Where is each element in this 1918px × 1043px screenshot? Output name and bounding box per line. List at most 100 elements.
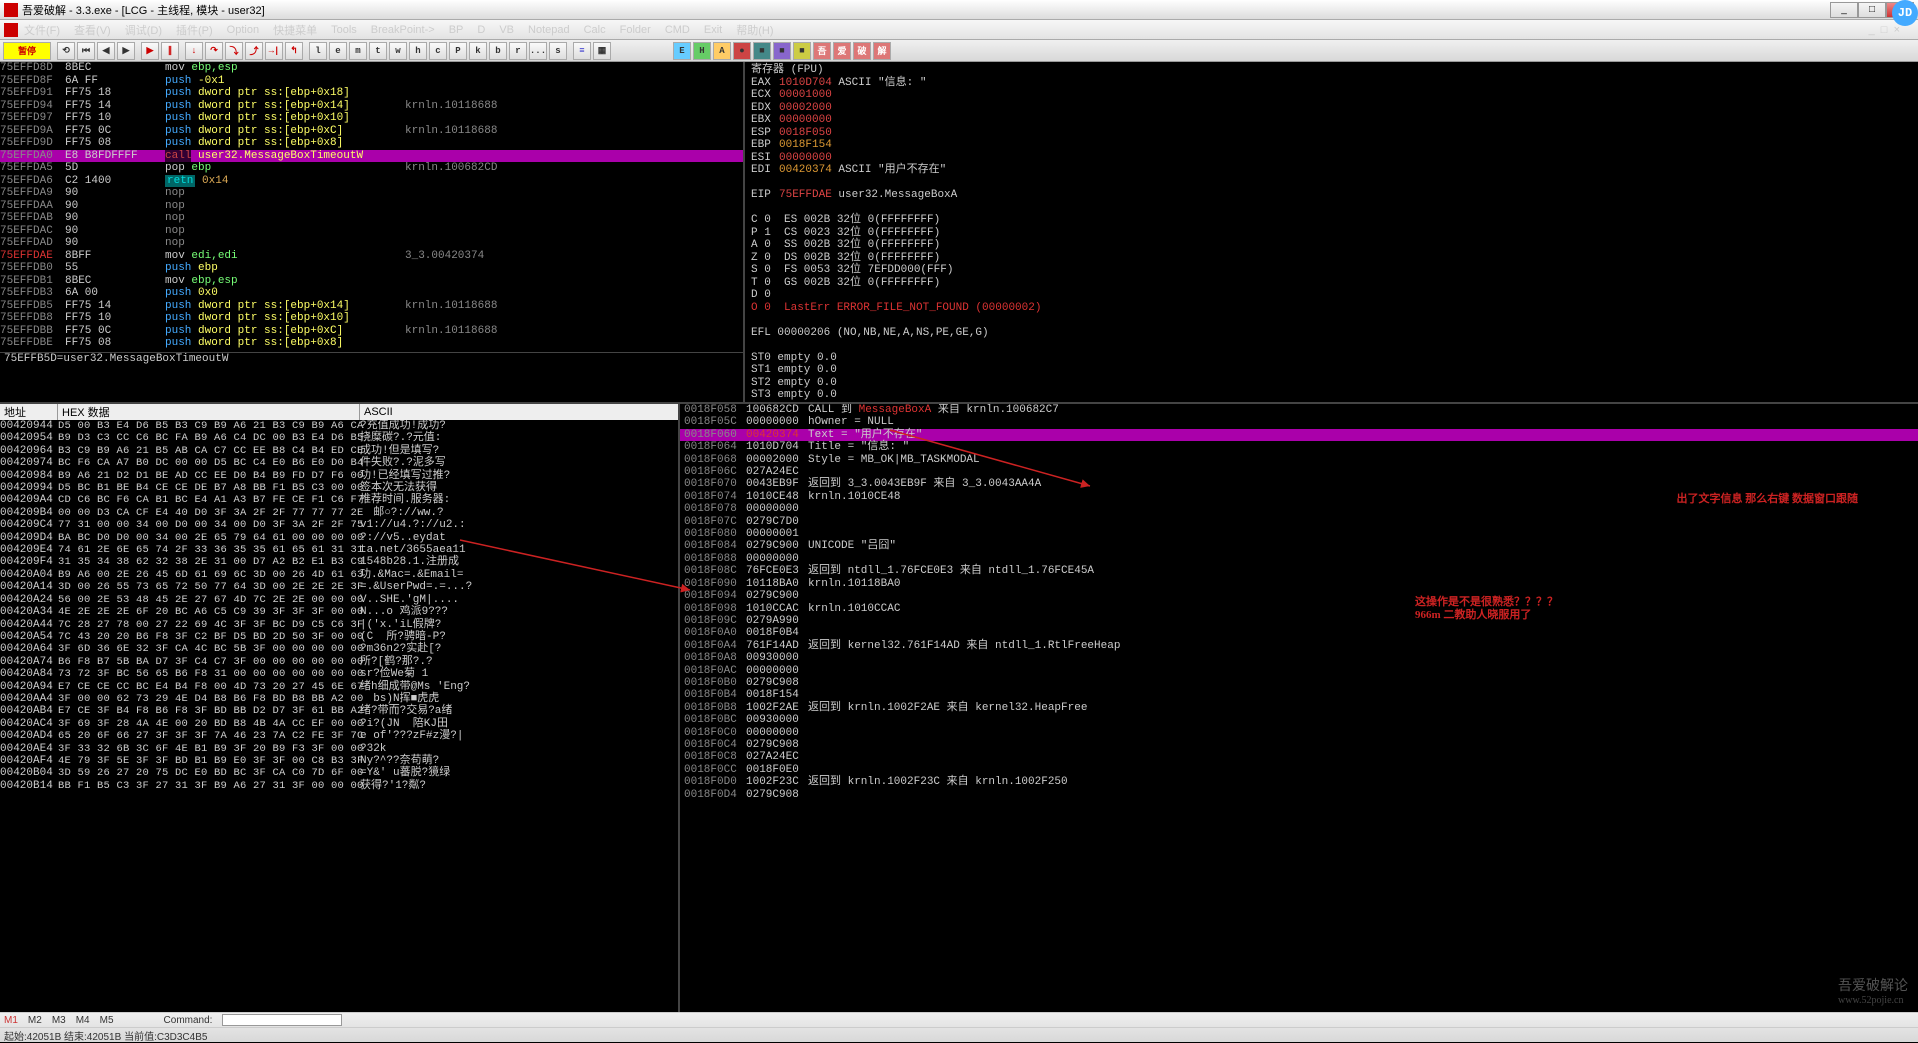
col-3[interactable]: A xyxy=(713,42,731,60)
dump-row[interactable]: 004209B400 00 D3 CA CF E4 40 D0 3F 3A 2F… xyxy=(0,507,678,519)
stack-row[interactable]: 0018F058100682CDCALL 到 MessageBoxA 来自 kr… xyxy=(680,404,1918,416)
disasm-row[interactable]: 75EFFDA0E8 B8FDFFFFcall user32.MessageBo… xyxy=(0,150,743,163)
dump-col-hex[interactable]: HEX 数据 xyxy=(58,404,360,420)
stack-row[interactable]: 0018F08000000001 xyxy=(680,528,1918,540)
max-button[interactable]: □ xyxy=(1858,2,1886,18)
stack-row[interactable]: 0018F0A00018F0B4 xyxy=(680,627,1918,639)
dump-row[interactable]: 00420A344E 2E 2E 2E 6F 20 BC A6 C5 C9 39… xyxy=(0,606,678,618)
marker-m2[interactable]: M2 xyxy=(28,1015,42,1026)
menu-vb[interactable]: VB xyxy=(499,24,514,36)
dump-row[interactable]: 00420994D5 BC B1 BE B4 CE CE DE B7 A8 BB… xyxy=(0,482,678,494)
disasm-row[interactable]: 75EFFD91FF75 18push dword ptr ss:[ebp+0x… xyxy=(0,87,743,100)
stack-row[interactable]: 0018F06800002000Style = MB_OK|MB_TASKMOD… xyxy=(680,454,1918,466)
disasm-row[interactable]: 75EFFDAB90nop xyxy=(0,212,743,225)
disasm-row[interactable]: 75EFFDAA90nop xyxy=(0,200,743,213)
stack-row[interactable]: 0018F0700043EB9F返回到 3_3.0043EB9F 来自 3_3.… xyxy=(680,478,1918,490)
disasm-row[interactable]: 75EFFD9DFF75 08push dword ptr ss:[ebp+0x… xyxy=(0,137,743,150)
col-4[interactable]: ● xyxy=(733,42,751,60)
tb-l[interactable]: l xyxy=(309,42,327,60)
tb-k[interactable]: k xyxy=(469,42,487,60)
dump-col-addr[interactable]: 地址 xyxy=(0,404,58,420)
stack-row[interactable]: 0018F0840279C900UNICODE "吕囧" xyxy=(680,540,1918,552)
dump-row[interactable]: 00420944D5 00 B3 E4 D6 B5 B3 C9 B9 A6 21… xyxy=(0,420,678,432)
dump-row[interactable]: 00420A547C 43 20 20 B6 F8 3F C2 BF D5 BD… xyxy=(0,631,678,643)
tb-e[interactable]: e xyxy=(329,42,347,60)
dump-row[interactable]: 004209C477 31 00 00 34 00 D0 00 34 00 D0… xyxy=(0,519,678,531)
grid-icon[interactable]: ▦ xyxy=(593,42,611,60)
cn-3[interactable]: 破 xyxy=(853,42,871,60)
menu-calc[interactable]: Calc xyxy=(584,24,606,36)
disasm-row[interactable]: 75EFFDBBFF75 0Cpush dword ptr ss:[ebp+0x… xyxy=(0,325,743,338)
stack-row[interactable]: 0018F0D01002F23C返回到 krnln.1002F23C 来自 kr… xyxy=(680,776,1918,788)
disasm-row[interactable]: 75EFFDB18BECmov ebp,esp xyxy=(0,275,743,288)
dump-row[interactable]: 00420964B3 C9 B9 A6 21 B5 AB CA C7 CC EE… xyxy=(0,445,678,457)
dump-row[interactable]: 004209F431 35 34 38 62 32 38 2E 31 00 D7… xyxy=(0,556,678,568)
dump-row[interactable]: 004209D4BA BC D0 D0 00 34 00 2E 65 79 64… xyxy=(0,532,678,544)
col-1[interactable]: E xyxy=(673,42,691,60)
stack-row[interactable]: 0018F0940279C900 xyxy=(680,590,1918,602)
disasm-row[interactable]: 75EFFDAD90nop xyxy=(0,237,743,250)
tb-r[interactable]: r xyxy=(509,42,527,60)
disasm-row[interactable]: 75EFFDA990nop xyxy=(0,187,743,200)
dump-row[interactable]: 004209A4CD C6 BC F6 CA B1 BC E4 A1 A3 B7… xyxy=(0,494,678,506)
dump-row[interactable]: 00420A94E7 CE CE CC BC E4 B4 F8 00 4D 73… xyxy=(0,681,678,693)
tb-more[interactable]: ... xyxy=(529,42,547,60)
menu-help[interactable]: 帮助(H) xyxy=(736,22,773,38)
step-into-icon[interactable]: ↓ xyxy=(185,42,203,60)
menu-debug[interactable]: 调试(D) xyxy=(125,22,162,38)
dump-pane[interactable]: 地址 HEX 数据 ASCII 00420944D5 00 B3 E4 D6 B… xyxy=(0,404,680,1012)
dump-row[interactable]: 00420AC43F 69 3F 28 4A 4E 00 20 BD B8 4B… xyxy=(0,718,678,730)
tb-w[interactable]: w xyxy=(389,42,407,60)
dump-row[interactable]: 00420984B9 A6 21 D2 D1 BE AD CC EE D0 B4… xyxy=(0,470,678,482)
stack-row[interactable]: 0018F0AC00000000 xyxy=(680,665,1918,677)
menu-folder[interactable]: Folder xyxy=(620,24,651,36)
stack-row[interactable]: 0018F0B40018F154 xyxy=(680,689,1918,701)
disasm-row[interactable]: 75EFFDBEFF75 08push dword ptr ss:[ebp+0x… xyxy=(0,337,743,350)
stack-row[interactable]: 0018F08C76FCE0E3返回到 ntdll_1.76FCE0E3 来自 … xyxy=(680,565,1918,577)
stack-row[interactable]: 0018F0B00279C908 xyxy=(680,677,1918,689)
menu-exit[interactable]: Exit xyxy=(704,24,722,36)
trace-over-icon[interactable]: ⤴ xyxy=(245,42,263,60)
stack-row[interactable]: 0018F0A4761F14AD返回到 kernel32.761F14AD 来自… xyxy=(680,640,1918,652)
menu-plugin[interactable]: 插件(P) xyxy=(176,22,213,38)
rewind-icon[interactable]: ⏮ xyxy=(77,42,95,60)
pause-icon[interactable]: ∥ xyxy=(161,42,179,60)
dump-row[interactable]: 00420AA43F 00 00 62 73 29 4E D4 B8 B6 F8… xyxy=(0,693,678,705)
stack-row[interactable]: 0018F0981010CCACkrnln.1010CCAC xyxy=(680,603,1918,615)
stack-row[interactable]: 0018F0A800930000 xyxy=(680,652,1918,664)
menu-cmd[interactable]: CMD xyxy=(665,24,690,36)
tb-c[interactable]: c xyxy=(429,42,447,60)
menu-option[interactable]: Option xyxy=(227,24,259,36)
tb-t[interactable]: t xyxy=(369,42,387,60)
disasm-row[interactable]: 75EFFDB5FF75 14push dword ptr ss:[ebp+0x… xyxy=(0,300,743,313)
col-6[interactable]: ■ xyxy=(773,42,791,60)
dump-row[interactable]: 00420A643F 6D 36 6E 32 3F CA 4C BC 5B 3F… xyxy=(0,643,678,655)
dump-row[interactable]: 00420A143D 00 26 55 73 65 72 50 77 64 3D… xyxy=(0,581,678,593)
dump-col-ascii[interactable]: ASCII xyxy=(360,406,393,418)
tb-m[interactable]: m xyxy=(349,42,367,60)
tb-b[interactable]: b xyxy=(489,42,507,60)
disasm-row[interactable]: 75EFFD94FF75 14push dword ptr ss:[ebp+0x… xyxy=(0,100,743,113)
cn-4[interactable]: 解 xyxy=(873,42,891,60)
disasm-row[interactable]: 75EFFD8D8BECmov ebp,esp xyxy=(0,62,743,75)
menu-bp[interactable]: BP xyxy=(449,24,464,36)
disasm-row[interactable]: 75EFFDB36A 00push 0x0 xyxy=(0,287,743,300)
marker-m3[interactable]: M3 xyxy=(52,1015,66,1026)
stack-row[interactable]: 0018F09010118BA0krnln.10118BA0 xyxy=(680,578,1918,590)
menu-breakpoint[interactable]: BreakPoint-> xyxy=(371,24,435,36)
trace-into-icon[interactable]: ⤵ xyxy=(225,42,243,60)
dump-row[interactable]: 00420954B9 D3 C3 CC C6 BC FA B9 A6 C4 DC… xyxy=(0,432,678,444)
dump-row[interactable]: 00420A447C 28 27 78 00 27 22 69 4C 3F 3F… xyxy=(0,619,678,631)
dump-row[interactable]: 004209E474 61 2E 6E 65 74 2F 33 36 35 35… xyxy=(0,544,678,556)
disasm-row[interactable]: 75EFFD9AFF75 0Cpush dword ptr ss:[ebp+0x… xyxy=(0,125,743,138)
dump-row[interactable]: 00420974BC F6 CA A7 B0 DC 00 00 D5 BC C4… xyxy=(0,457,678,469)
cn-2[interactable]: 爱 xyxy=(833,42,851,60)
stack-row[interactable]: 0018F0BC00930000 xyxy=(680,714,1918,726)
restart-icon[interactable]: ⟲ xyxy=(57,42,75,60)
marker-m5[interactable]: M5 xyxy=(100,1015,114,1026)
tb-h[interactable]: h xyxy=(409,42,427,60)
dump-row[interactable]: 00420B14BB F1 B5 C3 3F 27 31 3F B9 A6 27… xyxy=(0,780,678,792)
disasm-row[interactable]: 75EFFDA6C2 1400retn 0x14 xyxy=(0,175,743,188)
tb-P[interactable]: P xyxy=(449,42,467,60)
registers-pane[interactable]: 寄存器 (FPU)EAX1010D704 ASCII "信息: "ECX0000… xyxy=(745,62,1918,402)
